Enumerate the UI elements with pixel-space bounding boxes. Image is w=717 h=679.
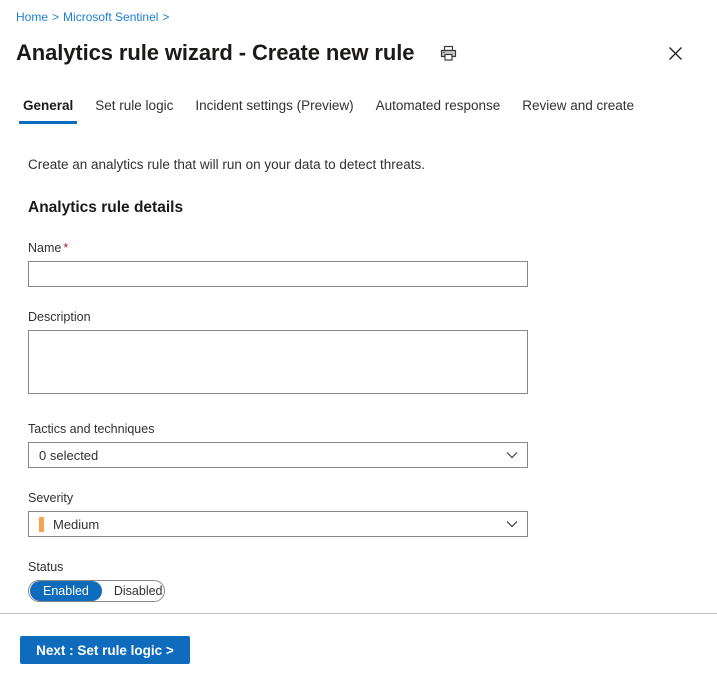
intro-text: Create an analytics rule that will run o… bbox=[28, 157, 425, 172]
name-label-text: Name bbox=[28, 241, 62, 255]
breadcrumb-separator-2: > bbox=[162, 10, 170, 24]
breadcrumb: Home > Microsoft Sentinel > bbox=[0, 0, 717, 24]
field-status: Status Enabled Disabled bbox=[16, 559, 701, 602]
name-label: Name * bbox=[28, 240, 701, 256]
next-set-rule-logic-button[interactable]: Next : Set rule logic > bbox=[20, 636, 190, 664]
page-title: Analytics rule wizard - Create new rule bbox=[16, 40, 415, 65]
severity-label: Severity bbox=[28, 491, 74, 505]
general-tab-panel: Create an analytics rule that will run o… bbox=[0, 156, 717, 602]
status-toggle-disabled[interactable]: Disabled bbox=[102, 581, 164, 601]
name-input[interactable] bbox=[28, 261, 528, 287]
breadcrumb-separator-1: > bbox=[52, 10, 60, 24]
chevron-down-icon bbox=[505, 520, 519, 528]
chevron-down-icon bbox=[505, 451, 519, 459]
field-name: Name * bbox=[16, 240, 701, 287]
severity-dropdown[interactable]: Medium bbox=[28, 511, 528, 537]
print-icon[interactable] bbox=[436, 41, 460, 65]
tab-general[interactable]: General bbox=[12, 97, 84, 124]
breadcrumb-item-home[interactable]: Home bbox=[16, 10, 48, 24]
title-row: Analytics rule wizard - Create new rule bbox=[0, 24, 717, 70]
description-label: Description bbox=[28, 310, 91, 324]
tab-review-and-create[interactable]: Review and create bbox=[511, 97, 645, 124]
tab-automated-response[interactable]: Automated response bbox=[365, 97, 512, 124]
wizard-tabs: General Set rule logic Incident settings… bbox=[0, 92, 717, 124]
tactics-label: Tactics and techniques bbox=[28, 422, 155, 436]
description-textarea[interactable] bbox=[28, 330, 528, 394]
status-toggle[interactable]: Enabled Disabled bbox=[28, 580, 165, 602]
status-label: Status bbox=[28, 560, 64, 574]
field-description: Description bbox=[16, 309, 701, 399]
field-severity: Severity Medium bbox=[16, 490, 701, 537]
severity-selected-value: Medium bbox=[53, 516, 100, 532]
breadcrumb-item-microsoft-sentinel[interactable]: Microsoft Sentinel bbox=[63, 10, 158, 24]
field-tactics-and-techniques: Tactics and techniques 0 selected bbox=[16, 421, 701, 468]
tactics-dropdown[interactable]: 0 selected bbox=[28, 442, 528, 468]
tab-incident-settings[interactable]: Incident settings (Preview) bbox=[184, 97, 364, 124]
tactics-selected-value: 0 selected bbox=[39, 447, 99, 463]
section-title-analytics-rule-details: Analytics rule details bbox=[28, 199, 184, 216]
required-asterisk: * bbox=[63, 241, 69, 255]
footer: Next : Set rule logic > bbox=[0, 614, 717, 679]
status-toggle-enabled[interactable]: Enabled bbox=[30, 581, 102, 601]
severity-color-swatch bbox=[39, 516, 44, 532]
tab-set-rule-logic[interactable]: Set rule logic bbox=[84, 97, 184, 124]
close-icon[interactable] bbox=[661, 39, 689, 67]
